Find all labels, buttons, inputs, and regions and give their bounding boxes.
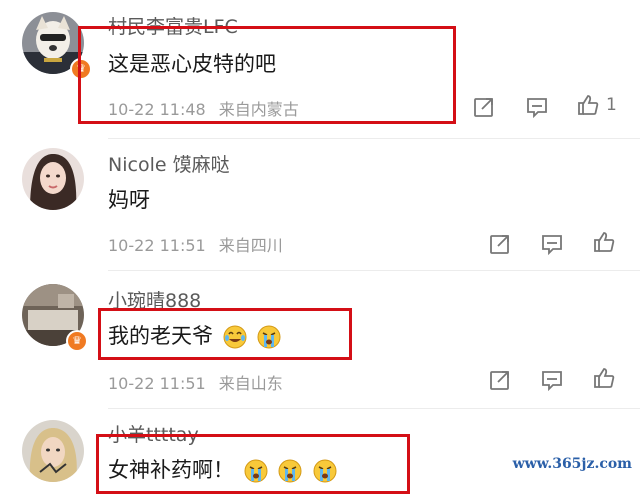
avatar[interactable] [22, 420, 84, 482]
comment-item: Nicole 馍麻哒 妈呀 10-22 11:51 来自四川 [0, 138, 640, 268]
highlight-box [96, 434, 410, 494]
watermark: www.365jz.com [512, 456, 632, 472]
comment-date: 10-22 11:51 [108, 374, 206, 393]
highlight-box [78, 26, 456, 124]
reply-icon[interactable] [540, 368, 564, 392]
share-icon[interactable] [488, 232, 512, 256]
comment-meta: 10-22 11:51 来自山东 [108, 370, 291, 394]
comment-text: 妈呀 [108, 184, 150, 214]
like-count: 1 [606, 95, 617, 115]
comment-meta: 10-22 11:51 来自四川 [108, 232, 291, 256]
woman-avatar-icon [22, 148, 84, 210]
share-icon[interactable] [472, 95, 496, 119]
comment-text-content: 妈呀 [108, 188, 150, 212]
like-icon[interactable] [592, 230, 616, 254]
username[interactable]: Nicole 馍麻哒 [108, 150, 230, 177]
share-icon[interactable] [488, 368, 512, 392]
comment-date: 10-22 11:51 [108, 236, 206, 255]
blonde-avatar-icon [22, 420, 84, 482]
comment-location: 来自山东 [218, 374, 283, 393]
reply-icon[interactable] [525, 95, 549, 119]
comment-item: ♛ 村民李富贵LFC 这是恶心皮特的吧 10-22 11:48 来自内蒙古 1 [0, 0, 640, 135]
avatar[interactable] [22, 148, 84, 210]
highlight-box [98, 308, 352, 360]
like-icon[interactable] [576, 93, 600, 117]
reply-icon[interactable] [540, 232, 564, 256]
verified-badge-icon: ♛ [66, 330, 88, 352]
comment-item: ♛ 小琬晴888 我的老天爷 10-22 11:51 来自山东 [0, 270, 640, 410]
like-icon[interactable] [592, 366, 616, 390]
comment-location: 来自四川 [218, 236, 283, 255]
